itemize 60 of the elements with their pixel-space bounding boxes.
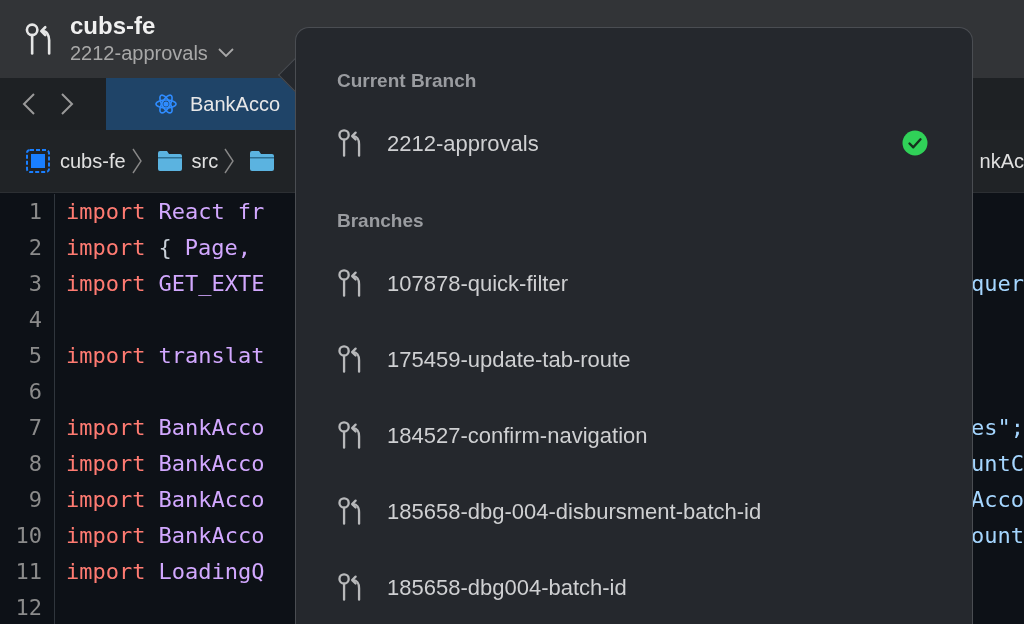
code-token: BankAcco (158, 486, 265, 514)
branch-item[interactable]: 185658-dbg004-batch-id (337, 549, 928, 624)
chevron-right-icon (131, 148, 142, 174)
chevron-down-icon (217, 48, 234, 58)
line-number: 7 (28, 414, 42, 442)
line-number: 12 (15, 594, 42, 622)
line-number: 9 (28, 486, 42, 514)
code-token: import (66, 558, 146, 586)
code-token: import (66, 234, 146, 262)
code-token: BankAcco (158, 450, 265, 478)
code-token: import (66, 198, 146, 226)
code-token: { (158, 234, 172, 262)
code-token: import (66, 522, 146, 550)
line-number: 4 (28, 306, 42, 334)
breadcrumb-item[interactable]: cubs-fe (60, 146, 126, 176)
branch-item[interactable]: 107878-quick-filter (337, 245, 928, 321)
section-heading: Branches (337, 209, 425, 233)
code-token: GET_EXTE (158, 270, 265, 298)
branch-item[interactable]: 184527-confirm-navigation (337, 397, 928, 473)
code-token: import (66, 486, 146, 514)
code-token: import (66, 270, 146, 298)
line-number: 11 (15, 558, 42, 586)
code-token: untC (971, 450, 1024, 478)
checkmark-icon (902, 130, 928, 156)
code-token: BankAcco (158, 414, 265, 442)
line-number: 2 (28, 234, 42, 262)
chevron-right-icon (224, 148, 235, 174)
code-token: translat (158, 342, 265, 370)
repository-name: cubs-fe (70, 12, 157, 40)
code-token: import (66, 414, 146, 442)
branch-item[interactable]: 185658-dbg-004-disbursment-batch-id (337, 473, 928, 549)
atom-icon (154, 92, 178, 116)
branch-dropdown[interactable]: 2212-approvals (70, 40, 234, 66)
code-token: React (158, 198, 225, 226)
breadcrumb-item[interactable]: nkAc (979, 146, 1024, 176)
project-icon (26, 149, 50, 173)
breadcrumb-item[interactable]: src (191, 146, 219, 176)
line-number: 8 (28, 450, 42, 478)
code-token: Acco (971, 486, 1024, 514)
branch-item[interactable]: 2212-approvals (337, 105, 928, 181)
code-token: fr (237, 198, 265, 226)
folder-icon (157, 151, 182, 171)
line-number: 1 (28, 198, 42, 226)
code-token: ount (971, 522, 1024, 550)
back-icon[interactable] (22, 92, 36, 116)
line-number: 5 (28, 342, 42, 370)
code-token: es"; (971, 414, 1024, 442)
code-token: BankAcco (158, 522, 265, 550)
line-number: 10 (15, 522, 42, 550)
code-token: import (66, 342, 146, 370)
branch-item[interactable]: 175459-update-tab-route (337, 321, 928, 397)
code-token: Page, (184, 234, 251, 262)
code-token: import (66, 450, 146, 478)
line-number: 6 (28, 378, 42, 406)
line-number: 3 (28, 270, 42, 298)
folder-icon (250, 151, 275, 171)
code-token: LoadingQ (158, 558, 265, 586)
section-heading: Current Branch (337, 69, 478, 93)
code-token: quer (971, 270, 1024, 298)
forward-icon[interactable] (60, 92, 74, 116)
